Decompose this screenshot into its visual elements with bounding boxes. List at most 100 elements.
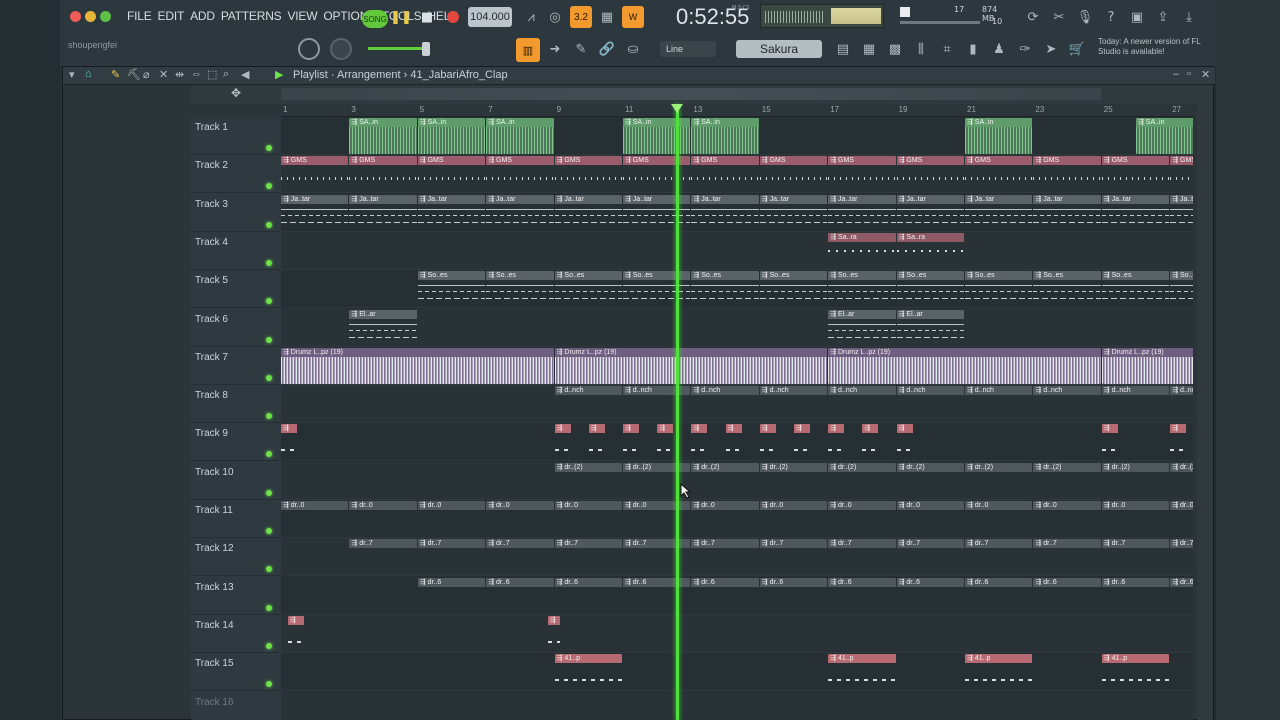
track-lane[interactable]	[281, 231, 1193, 270]
draw-tool-icon[interactable]: ✎	[111, 68, 120, 81]
pattern-clip[interactable]: ⇶ SA..in	[623, 118, 691, 154]
pattern-clip[interactable]: ⇶ dr..0	[417, 501, 486, 537]
pattern-clip[interactable]: ⇶ GMS	[281, 156, 349, 193]
pattern-clip[interactable]: ⇶ GMS	[759, 156, 828, 193]
cut-icon[interactable]: ✂	[1048, 6, 1070, 28]
piano-roll-icon[interactable]: ▤	[832, 38, 854, 60]
pattern-clip[interactable]: ⇶ d..nch	[828, 386, 896, 422]
pattern-clip[interactable]: ⇶ dr..6	[554, 577, 622, 614]
pause-icon[interactable]: ❚❚	[390, 6, 412, 28]
pattern-clip[interactable]: ⇶	[588, 424, 605, 461]
pattern-clip[interactable]: ⇶	[547, 615, 561, 652]
pattern-clip[interactable]: ⇶ So..es	[1101, 271, 1170, 308]
close-playlist-icon[interactable]: ✕	[1201, 68, 1210, 81]
pattern-clip[interactable]: ⇶ Ja..tar	[554, 194, 622, 231]
pattern-clip[interactable]: ⇶ Drumz L..pz (19)	[828, 347, 1101, 384]
pattern-clip[interactable]: ⇶ dr..(2)	[1170, 462, 1193, 499]
pattern-clip[interactable]: ⇶ dr..0	[691, 501, 759, 537]
minimize-playlist-icon[interactable]: –	[1173, 68, 1179, 80]
pattern-clip[interactable]: ⇶	[623, 424, 640, 461]
maximize-window-icon[interactable]	[100, 11, 111, 22]
menu-arrow-icon[interactable]: ▾	[69, 68, 75, 81]
plugin-icon[interactable]: ♟	[988, 38, 1010, 60]
track-mute-led[interactable]	[266, 451, 272, 458]
pattern-clip[interactable]: ⇶ SA..in	[691, 118, 759, 154]
track-header[interactable]: Track 9	[191, 423, 281, 462]
stop-icon[interactable]: ■	[416, 6, 438, 28]
pattern-clip[interactable]: ⇶ dr..(2)	[554, 462, 622, 499]
pattern-clip[interactable]: ⇶ dr..0	[1033, 501, 1101, 537]
pattern-clip[interactable]: ⇶	[862, 424, 879, 461]
export-icon[interactable]: ⇪	[1152, 6, 1174, 28]
pattern-clip[interactable]: ⇶ GMS	[896, 156, 964, 193]
wait-for-input-icon[interactable]: ◎	[544, 6, 566, 28]
pattern-clip[interactable]: ⇶ d..nch	[896, 386, 964, 422]
track-mute-led[interactable]	[266, 183, 272, 190]
pattern-clip[interactable]: ⇶	[281, 424, 298, 461]
pattern-clip[interactable]: ⇶ dr..(2)	[828, 462, 896, 499]
pattern-clip[interactable]: ⇶	[828, 424, 845, 461]
link-icon[interactable]: 🔗	[596, 38, 618, 60]
pattern-clip[interactable]: ⇶ So..es	[417, 271, 486, 308]
menu-patterns[interactable]: PATTERNS	[218, 8, 285, 24]
track-header[interactable]: Track 1	[191, 117, 281, 155]
pattern-clip[interactable]: ⇶ GMS	[486, 156, 554, 193]
pattern-clip[interactable]: ⇶ Ja..tar	[349, 194, 417, 231]
snap-selector[interactable]: Line	[660, 41, 716, 57]
track-header[interactable]: Track 8	[191, 385, 281, 424]
paint-tool-icon[interactable]: ⛏	[127, 68, 141, 81]
tempo-display[interactable]: 104.000	[468, 7, 512, 27]
track-mute-led[interactable]	[266, 145, 272, 151]
pattern-clip[interactable]: ⇶ dr..0	[349, 501, 417, 537]
playlist-view-icon[interactable]: ▥	[516, 38, 540, 62]
maximize-playlist-icon[interactable]: ▫	[1187, 68, 1191, 80]
song-mode-toggle[interactable]: SONG	[362, 10, 388, 28]
track-header[interactable]: Track 15	[191, 653, 281, 692]
pattern-clip[interactable]: ⇶ dr..6	[896, 577, 964, 614]
refresh-icon[interactable]: ⟳	[1022, 6, 1044, 28]
pattern-clip[interactable]: ⇶ Ja..tar	[828, 194, 896, 231]
pattern-clip[interactable]: ⇶	[691, 424, 708, 461]
pattern-clip[interactable]: ⇶ dr..0	[965, 501, 1033, 537]
slice-tool-icon[interactable]: ⇔	[191, 68, 202, 80]
pattern-clip[interactable]: ⇶ dr..7	[554, 539, 622, 575]
file-icon[interactable]: ▮	[962, 38, 984, 60]
pattern-clip[interactable]: ⇶	[1101, 424, 1118, 461]
pattern-clip[interactable]: ⇶ So..es	[965, 271, 1033, 308]
pattern-clip[interactable]: ⇶ d..nch	[1170, 386, 1193, 422]
pattern-clip[interactable]: ⇶ Drumz L..pz (19)	[1101, 347, 1193, 384]
track-header[interactable]: Track 11	[191, 500, 281, 538]
pattern-clip[interactable]: ⇶ d..nch	[965, 386, 1033, 422]
pattern-number[interactable]: 3.2	[570, 6, 592, 28]
pattern-clip[interactable]: ⇶ GMS	[623, 156, 691, 193]
pattern-clip[interactable]: ⇶ dr..7	[691, 539, 759, 575]
pattern-clip[interactable]: ⇶	[1170, 424, 1187, 461]
track-header[interactable]: Track 2	[191, 155, 281, 194]
pattern-clip[interactable]: ⇶ SA..in	[417, 118, 486, 154]
pattern-clip[interactable]: ⇶ So..es	[554, 271, 622, 308]
vertical-scrollbar[interactable]	[1197, 85, 1213, 720]
pattern-clip[interactable]: ⇶ dr..0	[486, 501, 554, 537]
pattern-clip[interactable]: ⇶	[725, 424, 742, 461]
pattern-clip[interactable]: ⇶ SA..in	[349, 118, 417, 154]
pattern-clip[interactable]: ⇶ So..es	[828, 271, 896, 308]
mute-tool-icon[interactable]: ✕	[159, 68, 168, 81]
pattern-clip[interactable]: ⇶ dr..6	[691, 577, 759, 614]
pattern-clip[interactable]: ⇶	[896, 424, 913, 461]
track-header[interactable]: Track 4	[191, 232, 281, 270]
help-icon[interactable]: ?	[1100, 6, 1122, 28]
pattern-clip[interactable]: ⇶ Drumz L..pz (19)	[281, 347, 554, 384]
track-mute-led[interactable]	[266, 259, 272, 266]
pattern-clip[interactable]: ⇶ Sa..ra	[896, 232, 964, 269]
delete-tool-icon[interactable]: ⌀	[143, 68, 150, 81]
pattern-clip[interactable]: ⇶ dr..0	[554, 501, 622, 537]
track-lane[interactable]	[281, 653, 1193, 692]
slip-tool-icon[interactable]: ⇹	[175, 68, 184, 81]
pattern-clip[interactable]: ⇶ So..es	[691, 271, 759, 308]
download-icon[interactable]: ⤓	[1178, 6, 1200, 28]
pattern-clip[interactable]: ⇶ dr..7	[1101, 539, 1170, 575]
pattern-clip[interactable]: ⇶ dr..(2)	[1101, 462, 1170, 499]
track-header[interactable]: Track 5	[191, 270, 281, 309]
pattern-clip[interactable]: ⇶ dr..6	[759, 577, 828, 614]
pattern-clip[interactable]: ⇶ Ja..tar	[759, 194, 828, 231]
